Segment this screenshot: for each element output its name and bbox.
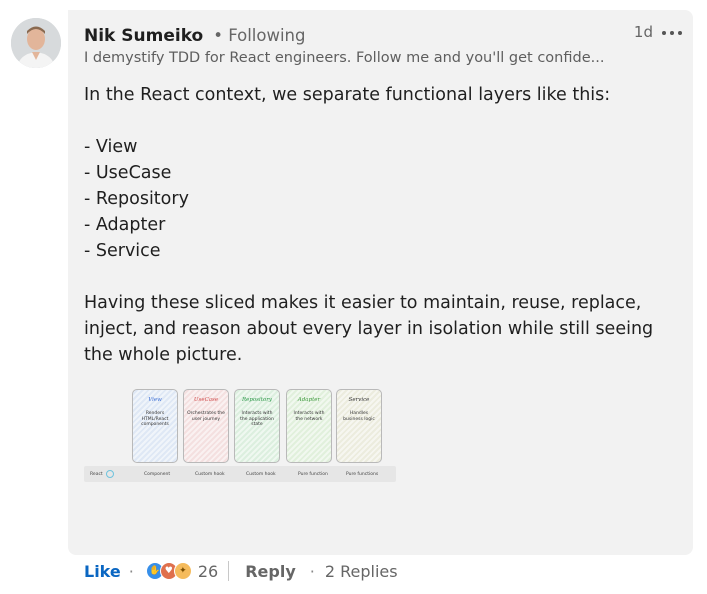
comment-actions: Like · ✋ ♥ ✦ 26 Reply · 2 Replies xyxy=(84,560,398,582)
comment-timestamp: 1d xyxy=(633,23,653,41)
more-options-button[interactable] xyxy=(659,22,685,42)
layer-card-service: Service Handles business logic xyxy=(336,389,382,463)
layer-item: - Adapter xyxy=(84,215,166,235)
author-name[interactable]: Nik Sumeiko xyxy=(84,26,203,46)
layer-item: - Service xyxy=(84,241,161,261)
layer-card-usecase: UseCase Orchestrates the user journey xyxy=(183,389,229,463)
ellipsis-icon-dot xyxy=(678,31,682,35)
figure-row-label: React xyxy=(90,472,103,477)
separator-dot: · xyxy=(128,561,134,581)
attached-image[interactable]: React View Renders HTML/React components… xyxy=(84,384,396,490)
card-description: Interacts with the application state xyxy=(240,411,274,427)
card-footer: Component xyxy=(144,472,171,477)
card-description: Orchestrates the user journey xyxy=(187,411,225,422)
divider xyxy=(228,561,230,581)
author-avatar[interactable] xyxy=(11,18,61,68)
profile-photo-icon xyxy=(11,18,61,68)
author-headline: I demystify TDD for React engineers. Fol… xyxy=(84,50,605,66)
reactions-summary[interactable]: ✋ ♥ ✦ xyxy=(145,562,192,580)
layer-item: - Repository xyxy=(84,189,189,209)
layer-card-repository: Repository Interacts with the applicatio… xyxy=(234,389,280,463)
insightful-reaction-icon: ✦ xyxy=(173,562,192,580)
card-title: View xyxy=(148,397,162,403)
reaction-count[interactable]: 26 xyxy=(198,562,218,581)
card-footer: Pure functions xyxy=(346,472,379,477)
body-outro: Having these sliced makes it easier to m… xyxy=(84,293,654,365)
ellipsis-icon xyxy=(662,31,666,35)
like-button[interactable]: Like xyxy=(84,562,121,581)
card-description: Interacts with the network xyxy=(293,411,325,422)
react-logo-icon xyxy=(106,470,114,478)
layer-card-view: View Renders HTML/React components xyxy=(132,389,178,463)
separator-dot: · xyxy=(309,561,315,581)
layer-item: - UseCase xyxy=(84,163,172,183)
reply-button[interactable]: Reply xyxy=(245,562,296,581)
layer-card-adapter: Adapter Interacts with the network xyxy=(286,389,332,463)
author-line: Nik Sumeiko • Following xyxy=(84,26,305,46)
card-footer: Pure function xyxy=(298,472,328,477)
layer-item: - View xyxy=(84,137,138,157)
comment-bubble: Nik Sumeiko • Following I demystify TDD … xyxy=(68,10,693,555)
card-description: Handles business logic xyxy=(343,411,375,422)
card-footer: Custom hook xyxy=(246,472,276,477)
follow-status: • Following xyxy=(213,26,306,45)
card-footer: Custom hook xyxy=(195,472,225,477)
card-title: Repository xyxy=(241,397,273,403)
card-title: Service xyxy=(348,397,370,403)
comment-body: In the React context, we separate functi… xyxy=(84,82,679,368)
body-intro: In the React context, we separate functi… xyxy=(84,85,611,105)
ellipsis-icon-dot xyxy=(670,31,674,35)
card-title: Adapter xyxy=(297,397,321,403)
replies-link[interactable]: 2 Replies xyxy=(325,562,398,581)
card-title: UseCase xyxy=(193,397,219,403)
card-description: Renders HTML/React components xyxy=(141,411,169,427)
